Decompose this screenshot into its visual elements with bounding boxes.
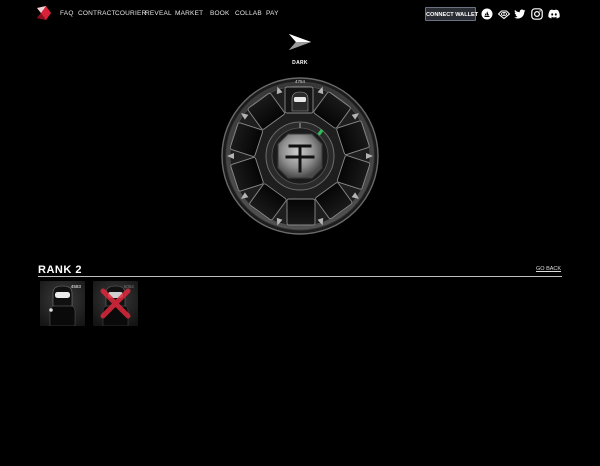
connect-wallet-button[interactable]: CONNECT WALLET (425, 7, 478, 21)
top-nav: FAQ CONTRACT COURIER REVEAL MARKET BOOK … (0, 0, 600, 28)
discord-icon[interactable] (548, 8, 560, 20)
card-token-id: 4583 (70, 284, 81, 289)
rank-card-5052[interactable]: 5052 (93, 281, 138, 326)
card-token-id: 5052 (123, 284, 134, 289)
wheel-slot-6 (286, 198, 316, 226)
looksrare-icon[interactable] (498, 8, 510, 20)
logo-icon[interactable] (36, 5, 52, 21)
nav-book[interactable]: BOOK (210, 10, 230, 17)
nav-faq[interactable]: FAQ (60, 10, 74, 17)
rank-card-4583[interactable]: 4583 (40, 281, 85, 326)
nav-contract[interactable]: CONTRACT (78, 10, 116, 17)
nav-market[interactable]: MARKET (175, 10, 203, 17)
rank-title: RANK 2 (38, 264, 82, 276)
selector-label: DARK (292, 60, 308, 66)
instagram-icon[interactable] (531, 8, 543, 20)
nav-reveal[interactable]: REVEAL (145, 10, 172, 17)
dark-emblem-icon[interactable] (287, 32, 313, 52)
nav-courier[interactable]: COURIER (115, 10, 146, 17)
slot-wheel (221, 77, 379, 235)
nav-pay[interactable]: PAY (266, 10, 279, 17)
nav-collab[interactable]: COLLAB (235, 10, 262, 17)
page: FAQ CONTRACT COURIER REVEAL MARKET BOOK … (0, 0, 600, 466)
wheel-item-helmet (291, 91, 309, 112)
rank-divider (38, 276, 562, 277)
twitter-icon[interactable] (514, 8, 526, 20)
go-back-link[interactable]: GO BACK (536, 266, 561, 272)
wheel-token-id: 4754 (294, 79, 305, 84)
opensea-icon[interactable] (481, 8, 493, 20)
